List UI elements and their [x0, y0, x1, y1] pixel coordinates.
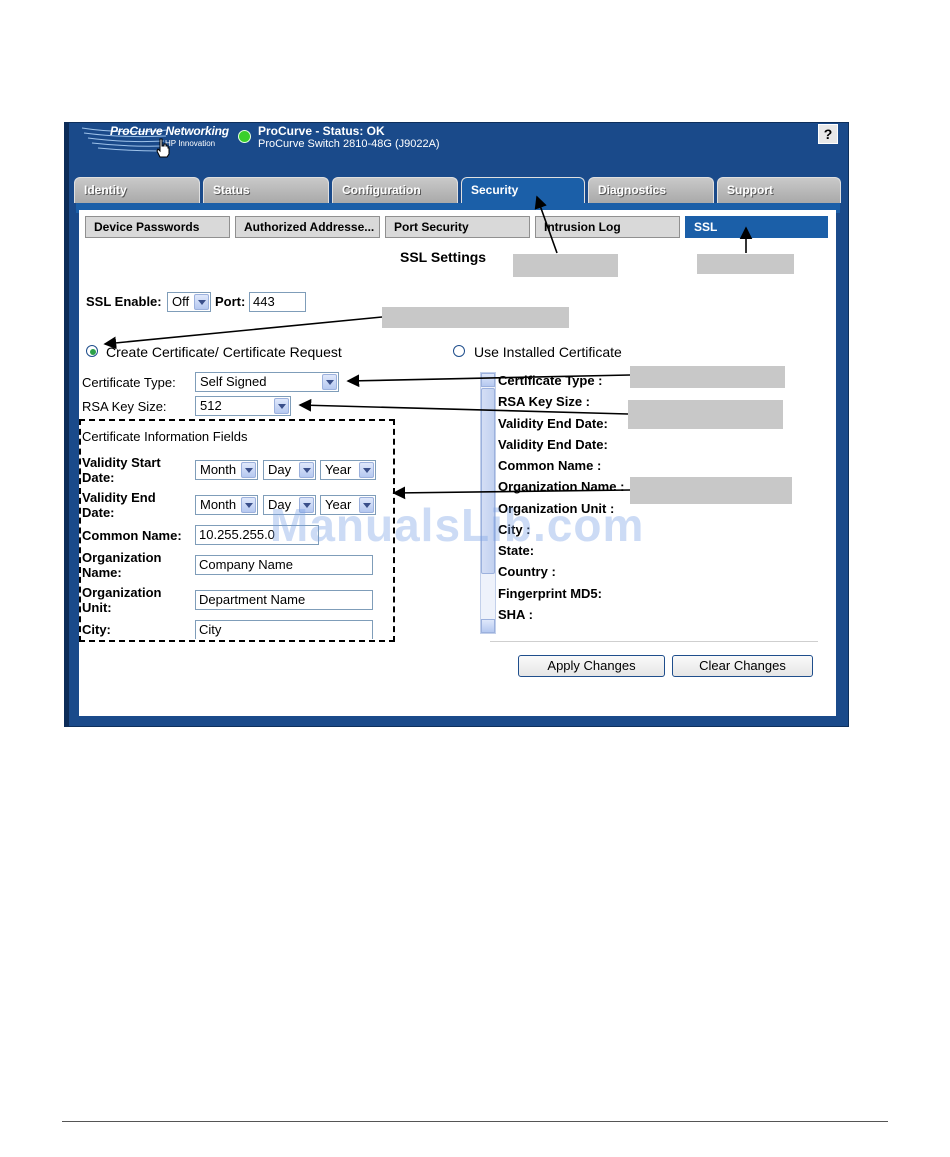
certificate-type-label: Certificate Type: [82, 375, 176, 390]
port-label: Port: [215, 294, 246, 309]
year-value: Year [325, 462, 352, 477]
footer-rule [62, 1121, 888, 1122]
validity-start-month-select[interactable]: Month [195, 460, 258, 480]
chevron-down-icon [194, 294, 209, 310]
use-installed-certificate-label: Use Installed Certificate [474, 344, 622, 360]
callout-box-certificate-type [630, 366, 785, 388]
validity-start-label-line2: Date: [82, 470, 115, 485]
ssl-enable-value: Off [172, 294, 190, 309]
month-value: Month [200, 462, 237, 477]
apply-changes-button[interactable]: Apply Changes [518, 655, 665, 677]
status-text: ProCurve - Status: OK [258, 124, 385, 138]
create-certificate-label: Create Certificate/ Certificate Request [106, 344, 342, 360]
port-input[interactable]: 443 [249, 292, 306, 312]
tab-identity[interactable]: Identity [74, 177, 200, 203]
create-certificate-radio[interactable] [86, 345, 98, 357]
chevron-down-icon [359, 462, 374, 478]
organization-name-label: Organization Name: [82, 550, 161, 580]
organization-name-label-line2: Name: [82, 565, 122, 580]
installed-validity-end-date-2: Validity End Date: [498, 437, 608, 452]
subtab-authorized-addresses[interactable]: Authorized Addresse... [235, 216, 380, 238]
city-row-clip: City: City [81, 618, 393, 639]
installed-country: Country : [498, 564, 556, 579]
installed-common-name: Common Name : [498, 458, 602, 473]
rsa-key-size-label: RSA Key Size: [82, 399, 167, 414]
tab-status[interactable]: Status [203, 177, 329, 203]
logo-title: ProCurve Networking [110, 124, 229, 138]
tab-security[interactable]: Security [461, 177, 585, 203]
certificate-fields-heading: Certificate Information Fields [82, 429, 248, 444]
validity-end-label-line2: Date: [82, 505, 115, 520]
validity-start-year-select[interactable]: Year [320, 460, 376, 480]
validity-end-label: Validity End Date: [82, 490, 156, 520]
installed-fingerprint-md5: Fingerprint MD5: [498, 586, 602, 601]
organization-unit-input[interactable]: Department Name [195, 590, 373, 610]
tab-configuration[interactable]: Configuration [332, 177, 458, 203]
chevron-down-icon [322, 374, 337, 390]
hand-cursor-icon [156, 138, 170, 158]
tab-diagnostics[interactable]: Diagnostics [588, 177, 714, 203]
certificate-type-value: Self Signed [200, 374, 267, 389]
validity-start-day-select[interactable]: Day [263, 460, 316, 480]
organization-name-input[interactable]: Company Name [195, 555, 373, 575]
chevron-down-icon [274, 398, 289, 414]
installed-cert-type: Certificate Type : [498, 373, 603, 388]
organization-unit-label-line1: Organization [82, 585, 162, 600]
organization-unit-label-line2: Unit: [82, 600, 112, 615]
callout-box-security-tab [513, 254, 618, 277]
rsa-key-size-select[interactable]: 512 [195, 396, 291, 416]
logo-subtitle: HP Innovation [165, 139, 216, 148]
device-model-text: ProCurve Switch 2810-48G (J9022A) [258, 138, 440, 150]
validity-end-month-select[interactable]: Month [195, 495, 258, 515]
validity-end-label-line1: Validity End [82, 490, 156, 505]
divider [490, 641, 818, 642]
chevron-down-icon [241, 497, 256, 513]
tab-support[interactable]: Support [717, 177, 841, 203]
chevron-down-icon [299, 462, 314, 478]
subtab-ssl[interactable]: SSL [685, 216, 828, 238]
frame-left-edge [64, 122, 69, 727]
page-title: SSL Settings [400, 249, 487, 265]
use-installed-certificate-radio[interactable] [453, 345, 465, 357]
status-ok-icon [238, 130, 251, 143]
common-name-label: Common Name: [82, 528, 182, 543]
help-button[interactable]: ? [818, 124, 838, 144]
subtab-device-passwords[interactable]: Device Passwords [85, 216, 230, 238]
installed-sha: SHA : [498, 607, 533, 622]
validity-start-label-line1: Validity Start [82, 455, 161, 470]
clear-changes-button[interactable]: Clear Changes [672, 655, 813, 677]
city-label: City: [82, 622, 111, 637]
city-input[interactable]: City [195, 620, 373, 639]
installed-organization-name: Organization Name : [498, 479, 625, 494]
month-value: Month [200, 497, 237, 512]
organization-unit-label: Organization Unit: [82, 585, 161, 615]
scroll-down-icon[interactable] [481, 619, 495, 633]
ssl-enable-select[interactable]: Off [167, 292, 211, 312]
watermark: ManualsLib.com [270, 499, 645, 551]
validity-start-label: Validity Start Date: [82, 455, 161, 485]
installed-validity-end-date: Validity End Date: [498, 416, 608, 431]
subtab-port-security[interactable]: Port Security [385, 216, 530, 238]
callout-box-ssl-tab [697, 254, 794, 274]
organization-name-label-line1: Organization [82, 550, 162, 565]
subtab-intrusion-log[interactable]: Intrusion Log [535, 216, 680, 238]
scroll-up-icon[interactable] [481, 373, 495, 387]
callout-box-rsa-key [628, 400, 783, 429]
ssl-enable-label: SSL Enable: [86, 294, 162, 309]
callout-box-certificate-fields [630, 477, 792, 504]
chevron-down-icon [241, 462, 256, 478]
callout-box-create-certificate [382, 307, 569, 328]
installed-rsa-key-size: RSA Key Size : [498, 394, 590, 409]
rsa-key-size-value: 512 [200, 398, 222, 413]
day-value: Day [268, 462, 292, 477]
certificate-type-select[interactable]: Self Signed [195, 372, 339, 392]
